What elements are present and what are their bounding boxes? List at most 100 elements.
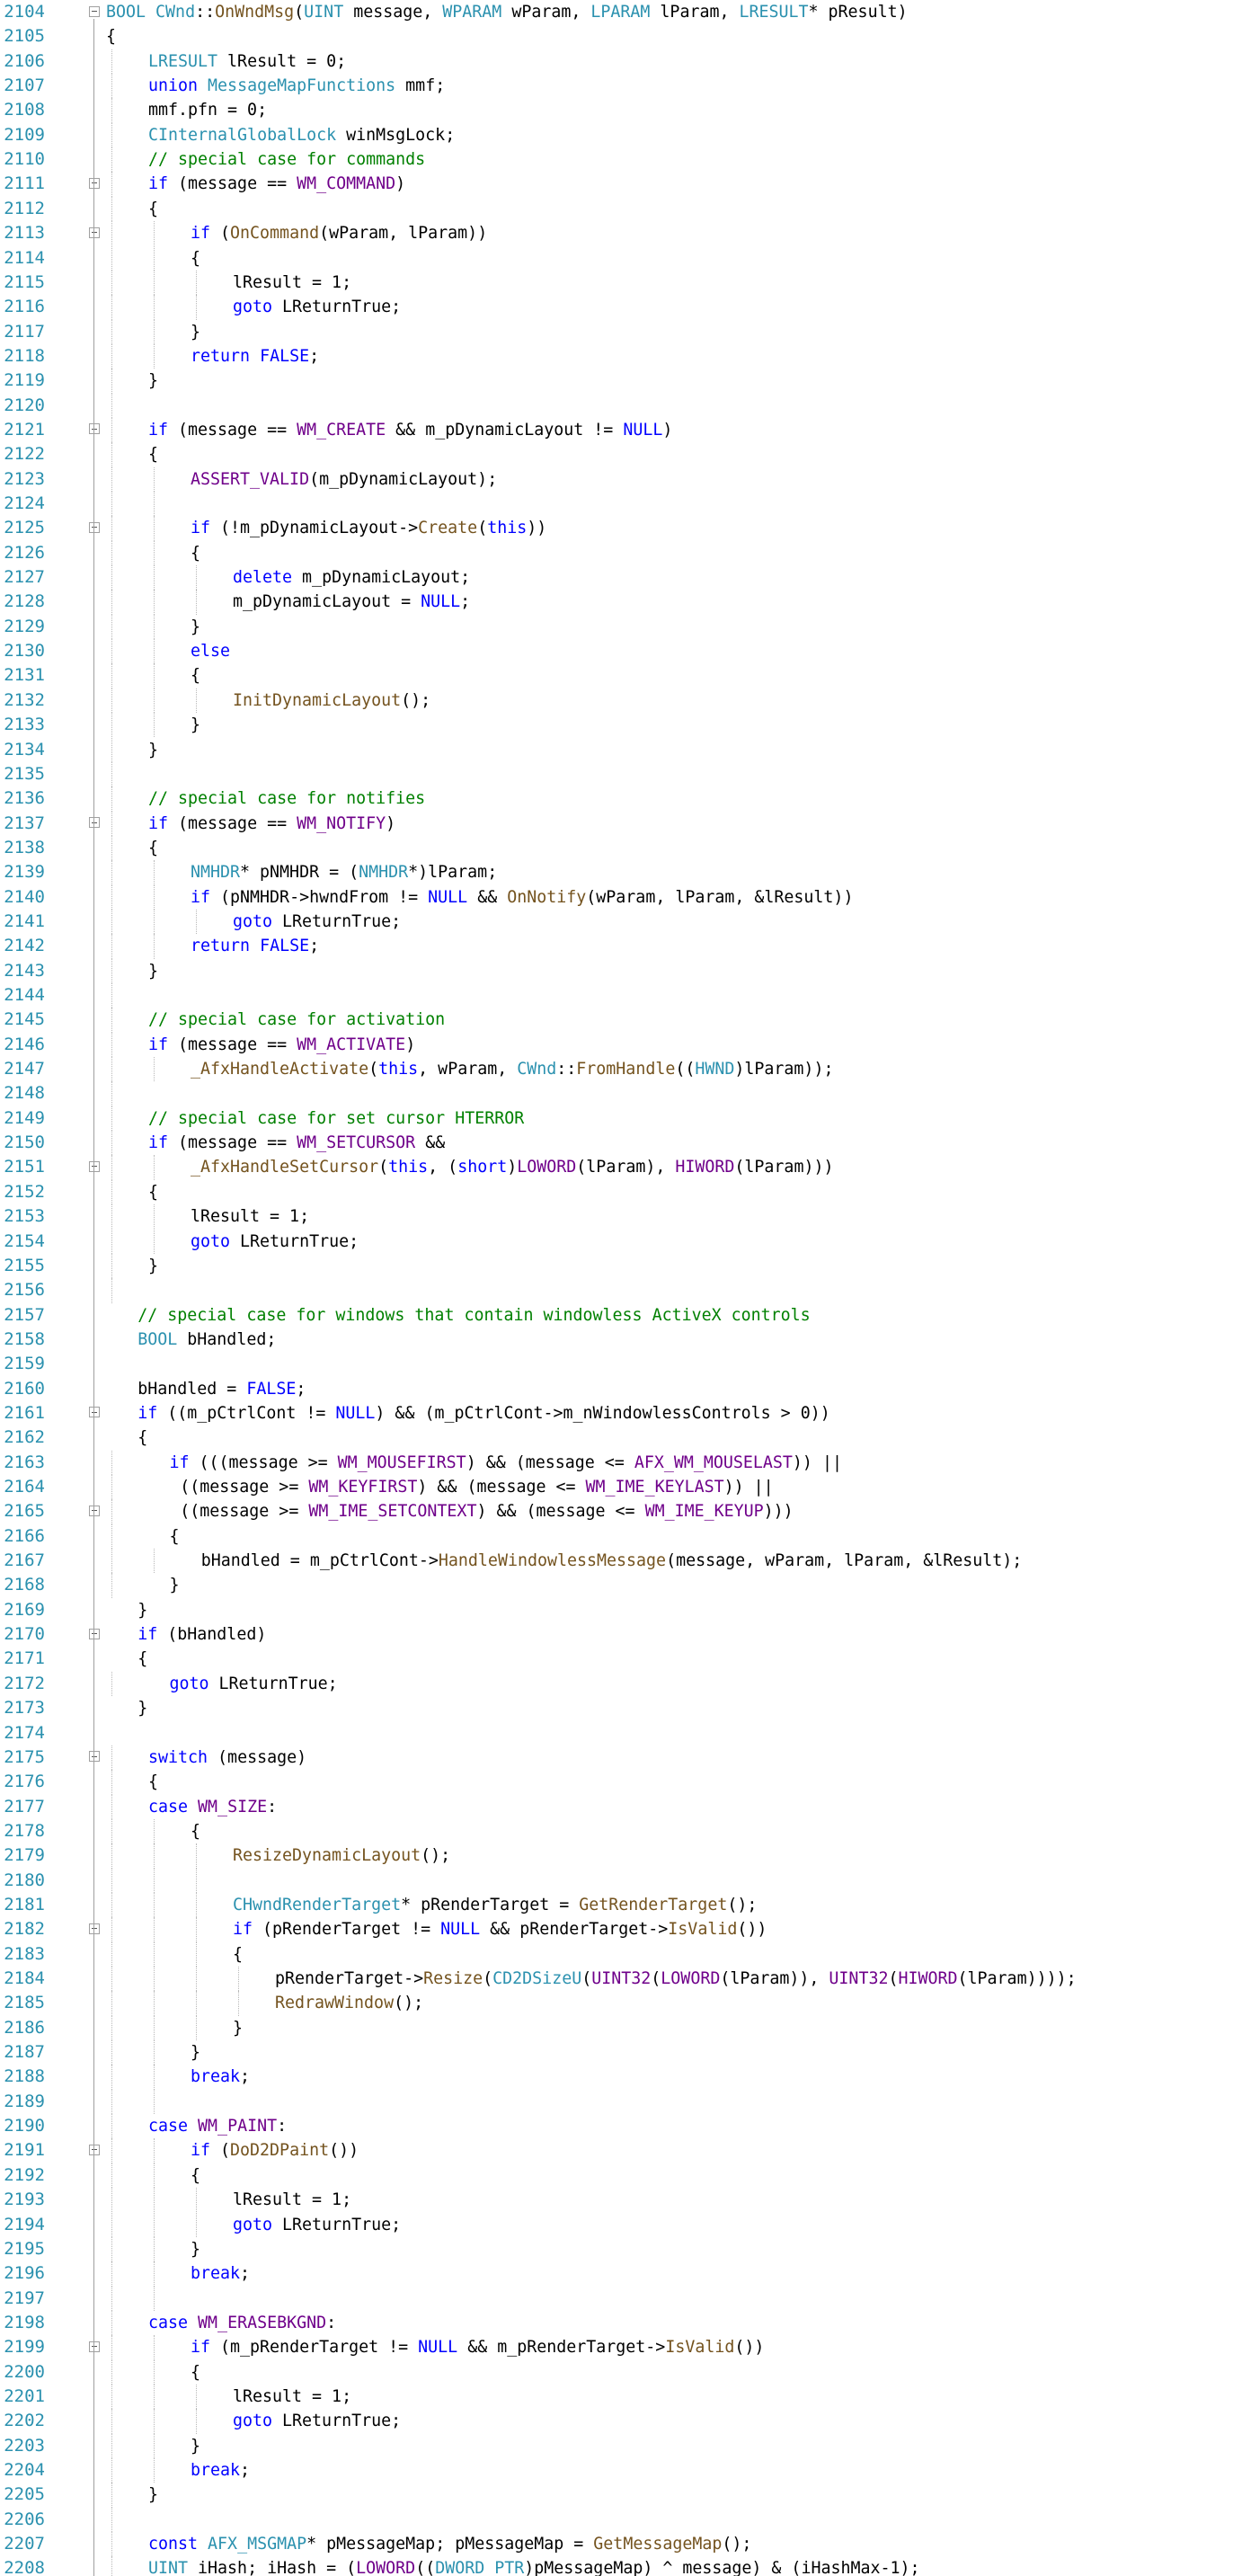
- code-line[interactable]: 2163 if (((message >= WM_MOUSEFIRST) && (…: [0, 1450, 1233, 1475]
- collapse-toggle-icon[interactable]: [89, 177, 100, 189]
- code-line[interactable]: 2157 // special case for windows that con…: [0, 1303, 1233, 1328]
- code-line[interactable]: 2162 {: [0, 1426, 1233, 1450]
- code-line[interactable]: 2133}: [0, 713, 1233, 738]
- collapse-toggle-icon[interactable]: [89, 1751, 100, 1763]
- code-line[interactable]: 2122 {: [0, 442, 1233, 467]
- code-line[interactable]: 2132 InitDynamicLayout();: [0, 688, 1233, 714]
- code-line[interactable]: 2125 if (!m_pDynamicLayout->Create(this)): [0, 516, 1233, 541]
- code-line[interactable]: 2189: [0, 2089, 1233, 2115]
- collapse-toggle-icon[interactable]: [89, 521, 100, 533]
- code-line[interactable]: 2186}: [0, 2015, 1233, 2041]
- code-line[interactable]: 2142 return FALSE;: [0, 934, 1233, 959]
- code-line[interactable]: 2194 goto LReturnTrue;: [0, 2212, 1233, 2237]
- code-line[interactable]: 2208 UINT iHash; iHash = (LOWORD((DWORD_P…: [0, 2556, 1233, 2576]
- code-line[interactable]: 2155}: [0, 1253, 1233, 1279]
- code-line[interactable]: 2180: [0, 1868, 1233, 1893]
- code-line[interactable]: 2159: [0, 1352, 1233, 1376]
- code-line[interactable]: 2204 break;: [0, 2458, 1233, 2483]
- code-line[interactable]: 2117}: [0, 319, 1233, 344]
- code-line[interactable]: 2181 CHwndRenderTarget* pRenderTarget = G…: [0, 1892, 1233, 1918]
- code-line[interactable]: 2138 {: [0, 835, 1233, 861]
- code-line[interactable]: 2187}: [0, 2040, 1233, 2065]
- code-line[interactable]: 2185 RedrawWindow();: [0, 1991, 1233, 2016]
- code-line[interactable]: 2109 CInternalGlobalLock winMsgLock;: [0, 122, 1233, 148]
- code-line[interactable]: 2192 {: [0, 2163, 1233, 2189]
- code-line[interactable]: 2202 goto LReturnTrue;: [0, 2409, 1233, 2434]
- code-line[interactable]: 2161 if ((m_pCtrlCont != NULL) && (m_pCtr…: [0, 1401, 1233, 1426]
- code-line[interactable]: 2118 return FALSE;: [0, 343, 1233, 369]
- code-line[interactable]: 2139 NMHDR* pNMHDR = (NMHDR*)lParam;: [0, 860, 1233, 885]
- code-line[interactable]: 2169}: [0, 1598, 1233, 1622]
- collapse-toggle-icon[interactable]: [89, 1160, 100, 1172]
- collapse-toggle-icon[interactable]: [89, 1923, 100, 1934]
- code-line[interactable]: 2116 goto LReturnTrue;: [0, 295, 1233, 320]
- code-line[interactable]: 2112 {: [0, 196, 1233, 222]
- code-line[interactable]: 2190 case WM_PAINT:: [0, 2114, 1233, 2139]
- code-line[interactable]: 2127 delete m_pDynamicLayout;: [0, 565, 1233, 591]
- code-line[interactable]: 2124: [0, 492, 1233, 517]
- code-line[interactable]: 2160 bHandled = FALSE;: [0, 1377, 1233, 1401]
- code-editor[interactable]: 2104 BOOL CWnd::OnWndMsg(UINT message, WP…: [0, 0, 1233, 2576]
- code-line[interactable]: 2172 goto LReturnTrue;: [0, 1671, 1233, 1697]
- code-line[interactable]: 2152 {: [0, 1179, 1233, 1205]
- collapse-toggle-icon[interactable]: [89, 5, 100, 17]
- code-line[interactable]: 2188 break;: [0, 2065, 1233, 2090]
- code-line[interactable]: 2130 else: [0, 639, 1233, 664]
- code-line[interactable]: 2179 ResizeDynamicLayout();: [0, 1843, 1233, 1869]
- code-line[interactable]: 2146 if (message == WM_ACTIVATE): [0, 1032, 1233, 1058]
- code-line[interactable]: 2120: [0, 393, 1233, 418]
- code-line[interactable]: 2191 if (DoD2DPaint()): [0, 2138, 1233, 2163]
- code-line[interactable]: 2110 // special case for commands: [0, 147, 1233, 173]
- code-line[interactable]: 2178 {: [0, 1818, 1233, 1844]
- code-line[interactable]: 2147 _AfxHandleActivate(this, wParam, CWn…: [0, 1057, 1233, 1082]
- collapse-toggle-icon[interactable]: [89, 1628, 100, 1639]
- code-line[interactable]: 2167 bHandled = m_pCtrlCont->HandleWindow…: [0, 1549, 1233, 1574]
- code-line[interactable]: 2137 if (message == WM_NOTIFY): [0, 811, 1233, 836]
- code-line[interactable]: 2108 mmf.pfn = 0;: [0, 98, 1233, 123]
- code-line[interactable]: 2114 {: [0, 245, 1233, 271]
- code-line[interactable]: 2106 LRESULT lResult = 0;: [0, 49, 1233, 75]
- collapse-toggle-icon[interactable]: [89, 1505, 100, 1516]
- code-line[interactable]: 2195}: [0, 2236, 1233, 2262]
- code-line[interactable]: 2135: [0, 761, 1233, 787]
- code-line[interactable]: 2205}: [0, 2483, 1233, 2508]
- code-line[interactable]: 2183 {: [0, 1941, 1233, 1967]
- code-line[interactable]: 2177 case WM_SIZE:: [0, 1794, 1233, 1819]
- code-line[interactable]: 2206: [0, 2507, 1233, 2533]
- code-line[interactable]: 2200 {: [0, 2359, 1233, 2385]
- code-line[interactable]: 2141 goto LReturnTrue;: [0, 909, 1233, 935]
- code-line[interactable]: 2197: [0, 2286, 1233, 2311]
- code-line[interactable]: 2153 lResult = 1;: [0, 1204, 1233, 1230]
- code-line[interactable]: 2143}: [0, 958, 1233, 983]
- code-line[interactable]: 2193 lResult = 1;: [0, 2188, 1233, 2213]
- code-line[interactable]: 2113 if (OnCommand(wParam, lParam)): [0, 221, 1233, 246]
- collapse-toggle-icon[interactable]: [89, 2144, 100, 2155]
- code-line[interactable]: 2107 union MessageMapFunctions mmf;: [0, 74, 1233, 99]
- code-line[interactable]: 2182 if (pRenderTarget != NULL && pRender…: [0, 1917, 1233, 1942]
- code-line[interactable]: 2166 {: [0, 1523, 1233, 1550]
- code-line[interactable]: 2199 if (m_pRenderTarget != NULL && m_pRe…: [0, 2335, 1233, 2360]
- code-line[interactable]: 2145 // special case for activation: [0, 1008, 1233, 1033]
- code-line[interactable]: 2171 {: [0, 1647, 1233, 1671]
- code-line[interactable]: 2150 if (message == WM_SETCURSOR &&: [0, 1131, 1233, 1156]
- collapse-toggle-icon[interactable]: [89, 1407, 100, 1418]
- code-line[interactable]: 2128 m_pDynamicLayout = NULL;: [0, 590, 1233, 615]
- code-line[interactable]: 2121 if (message == WM_CREATE && m_pDynam…: [0, 417, 1233, 443]
- code-line[interactable]: 2119}: [0, 369, 1233, 394]
- code-line[interactable]: 2104 BOOL CWnd::OnWndMsg(UINT message, WP…: [0, 0, 1233, 24]
- collapse-toggle-icon[interactable]: [89, 227, 100, 238]
- code-line[interactable]: 2134}: [0, 737, 1233, 762]
- code-line[interactable]: 2140 if (pNMHDR->hwndFrom != NULL && OnNo…: [0, 884, 1233, 910]
- code-line[interactable]: 2126 {: [0, 540, 1233, 566]
- code-line[interactable]: 2154 goto LReturnTrue;: [0, 1229, 1233, 1254]
- code-line[interactable]: 2184 pRenderTarget->Resize(CD2DSizeU(UINT…: [0, 1967, 1233, 1992]
- collapse-toggle-icon[interactable]: [89, 2341, 100, 2352]
- code-line[interactable]: 2198 case WM_ERASEBKGND:: [0, 2310, 1233, 2336]
- code-line[interactable]: 2158 BOOL bHandled;: [0, 1328, 1233, 1352]
- code-line[interactable]: 2148: [0, 1081, 1233, 1106]
- code-line[interactable]: 2111 if (message == WM_COMMAND): [0, 172, 1233, 197]
- code-line[interactable]: 2156: [0, 1278, 1233, 1303]
- collapse-toggle-icon[interactable]: [89, 423, 100, 435]
- code-line[interactable]: 2174: [0, 1721, 1233, 1745]
- code-line[interactable]: 2173}: [0, 1696, 1233, 1720]
